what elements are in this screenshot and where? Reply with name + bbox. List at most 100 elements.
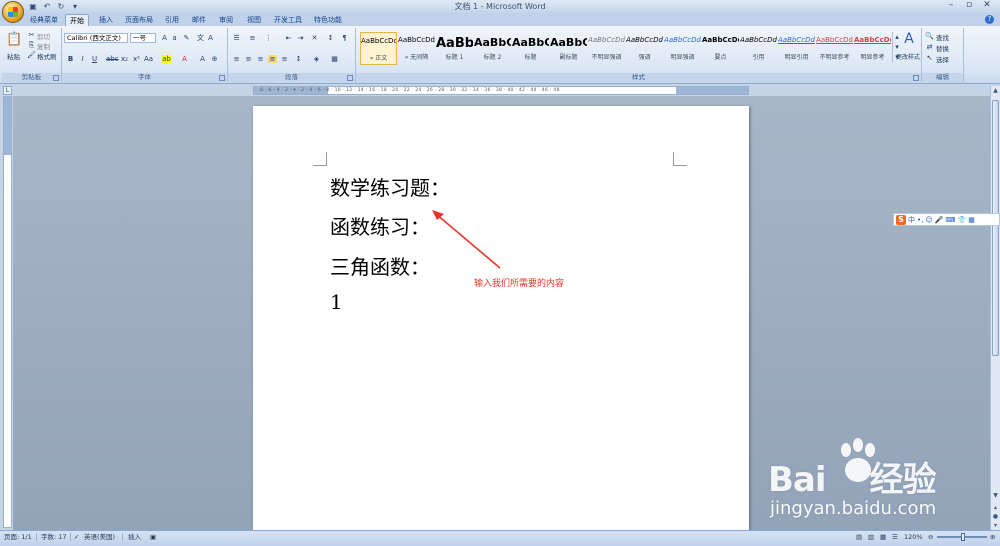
ime-mode[interactable]: 中 bbox=[908, 215, 915, 225]
style-normal[interactable]: AaBbCcDd » 正文 bbox=[360, 32, 397, 65]
char-shading-icon[interactable]: A bbox=[198, 55, 207, 63]
scroll-thumb[interactable] bbox=[992, 100, 999, 356]
underline-icon[interactable]: U bbox=[90, 55, 99, 63]
clipboard-launcher[interactable] bbox=[53, 75, 59, 81]
status-insert-mode[interactable]: 插入 bbox=[128, 532, 141, 542]
doc-line-3[interactable]: 三角函数： bbox=[330, 251, 430, 280]
help-icon[interactable]: ? bbox=[985, 15, 994, 24]
zoom-out-icon[interactable]: ⊖ bbox=[928, 532, 933, 542]
format-painter-icon[interactable]: 🖌 bbox=[27, 51, 36, 59]
style-intense-emphasis[interactable]: AaBbCcDd 明显强调 bbox=[664, 32, 701, 65]
tab-page-layout[interactable]: 页面布局 bbox=[122, 14, 156, 26]
italic-icon[interactable]: I bbox=[78, 55, 87, 63]
font-color-icon[interactable]: A bbox=[180, 55, 189, 63]
web-layout-icon[interactable]: ▦ bbox=[880, 532, 886, 542]
sogou-logo-icon[interactable]: S bbox=[896, 214, 906, 225]
office-button[interactable] bbox=[2, 1, 24, 23]
font-size-combo[interactable]: 一号 bbox=[130, 33, 156, 43]
change-styles-label[interactable]: 更改样式 bbox=[896, 52, 920, 61]
show-marks-icon[interactable]: ¶ bbox=[340, 34, 349, 42]
doc-line-1[interactable]: 数学练习题： bbox=[330, 172, 450, 201]
paste-label[interactable]: 粘贴 bbox=[7, 51, 20, 61]
bullets-icon[interactable]: ☰ bbox=[232, 34, 241, 42]
document-page[interactable]: 数学练习题： 函数练习： 三角函数： 1 bbox=[253, 106, 749, 536]
find-label[interactable]: 查找 bbox=[936, 32, 949, 42]
align-center-icon[interactable]: ≡ bbox=[244, 55, 253, 63]
full-screen-reading-icon[interactable]: ▥ bbox=[868, 532, 874, 542]
styles-launcher[interactable] bbox=[913, 75, 919, 81]
tab-references[interactable]: 引用 bbox=[161, 14, 183, 26]
select-icon[interactable]: ↖ bbox=[925, 54, 934, 62]
sort-icon[interactable]: ↕ bbox=[326, 34, 335, 42]
style-heading-2[interactable]: AaBbC 标题 2 bbox=[474, 32, 511, 65]
grow-font-icon[interactable]: A bbox=[160, 34, 169, 42]
vertical-ruler[interactable] bbox=[3, 96, 12, 528]
line-spacing-icon[interactable]: ↕ bbox=[294, 55, 303, 63]
subscript-icon[interactable]: x₂ bbox=[120, 55, 129, 63]
highlight-icon[interactable]: ab bbox=[162, 55, 171, 63]
zoom-slider[interactable] bbox=[937, 533, 987, 541]
distributed-icon[interactable]: ≡ bbox=[280, 55, 289, 63]
macro-record-icon[interactable]: ▣ bbox=[150, 532, 156, 542]
format-painter-label[interactable]: 格式刷 bbox=[37, 51, 57, 61]
shading-icon[interactable]: ◈ bbox=[312, 55, 321, 63]
status-page[interactable]: 页面: 1/1 bbox=[4, 532, 32, 542]
doc-line-4[interactable]: 1 bbox=[330, 290, 343, 314]
cut-icon[interactable]: ✂ bbox=[27, 31, 36, 39]
style-title[interactable]: AaBbC 标题 bbox=[512, 32, 549, 65]
copy-icon[interactable]: ⎘ bbox=[27, 41, 36, 49]
skin-icon[interactable]: 👕 bbox=[958, 216, 967, 224]
tab-special-features[interactable]: 特色功能 bbox=[310, 14, 346, 26]
punctuation-icon[interactable]: •, bbox=[917, 216, 923, 224]
phonetic-guide-icon[interactable]: 文 bbox=[196, 34, 205, 42]
style-quote[interactable]: AaBbCcDd 引用 bbox=[740, 32, 777, 65]
emoji-icon[interactable]: ☺ bbox=[925, 216, 932, 224]
style-intense-reference[interactable]: AaBbCcDd 明显参考 bbox=[854, 32, 891, 65]
status-language-icon[interactable]: ✓ bbox=[74, 532, 79, 542]
tab-home[interactable]: 开始 bbox=[65, 14, 89, 26]
style-subtitle[interactable]: AaBbC 副标题 bbox=[550, 32, 587, 65]
tab-mailings[interactable]: 邮件 bbox=[188, 14, 210, 26]
change-styles-icon[interactable]: A bbox=[900, 32, 918, 46]
copy-label[interactable]: 复制 bbox=[37, 41, 50, 51]
font-name-combo[interactable]: Calibri (西文正文) bbox=[64, 33, 128, 43]
change-case-icon[interactable]: Aa bbox=[144, 55, 153, 63]
zoom-level[interactable]: 120% bbox=[904, 532, 923, 542]
char-border-icon[interactable]: A bbox=[206, 34, 215, 42]
replace-icon[interactable]: ⇄ bbox=[925, 43, 934, 51]
chinese-layout-icon[interactable]: ✕ bbox=[310, 34, 319, 42]
style-intense-quote[interactable]: AaBbCcDd 明显引用 bbox=[778, 32, 815, 65]
multilevel-list-icon[interactable]: ⋮ bbox=[264, 34, 273, 42]
numbering-icon[interactable]: ≡ bbox=[248, 34, 257, 42]
doc-line-2[interactable]: 函数练习： bbox=[330, 211, 430, 240]
superscript-icon[interactable]: x² bbox=[132, 55, 141, 63]
justify-icon[interactable]: ≡ bbox=[268, 55, 277, 63]
borders-icon[interactable]: ▦ bbox=[330, 55, 339, 63]
paragraph-launcher[interactable] bbox=[347, 75, 353, 81]
replace-label[interactable]: 替换 bbox=[936, 43, 949, 53]
bold-icon[interactable]: B bbox=[66, 55, 75, 63]
find-icon[interactable]: 🔍 bbox=[925, 32, 934, 40]
scroll-up-icon[interactable]: ▲ bbox=[991, 86, 1000, 95]
tab-selector-icon[interactable]: L bbox=[3, 86, 12, 95]
align-right-icon[interactable]: ≡ bbox=[256, 55, 265, 63]
tab-insert[interactable]: 插入 bbox=[95, 14, 117, 26]
minimize-button[interactable]: – bbox=[942, 0, 960, 12]
tab-classic-menu[interactable]: 经典菜单 bbox=[28, 14, 60, 26]
tab-review[interactable]: 审阅 bbox=[215, 14, 237, 26]
zoom-slider-knob[interactable] bbox=[961, 533, 965, 541]
keyboard-icon[interactable]: ⌨ bbox=[945, 216, 955, 224]
clear-format-icon[interactable]: ✎ bbox=[182, 34, 191, 42]
style-emphasis[interactable]: AaBbCcDd 强调 bbox=[626, 32, 663, 65]
outline-view-icon[interactable]: ☰ bbox=[892, 532, 898, 542]
strikethrough-icon[interactable]: abc bbox=[106, 55, 119, 63]
toolbox-icon[interactable]: ▦ bbox=[968, 216, 975, 224]
font-launcher[interactable] bbox=[219, 75, 225, 81]
tab-view[interactable]: 视图 bbox=[243, 14, 265, 26]
status-language[interactable]: 英语(美国) bbox=[84, 532, 115, 542]
decrease-indent-icon[interactable]: ⇤ bbox=[284, 34, 293, 42]
align-left-icon[interactable]: ≡ bbox=[232, 55, 241, 63]
enclose-char-icon[interactable]: ⊕ bbox=[210, 55, 219, 63]
style-heading-1[interactable]: AaBb 标题 1 bbox=[436, 32, 473, 65]
status-words[interactable]: 字数: 17 bbox=[41, 532, 67, 542]
